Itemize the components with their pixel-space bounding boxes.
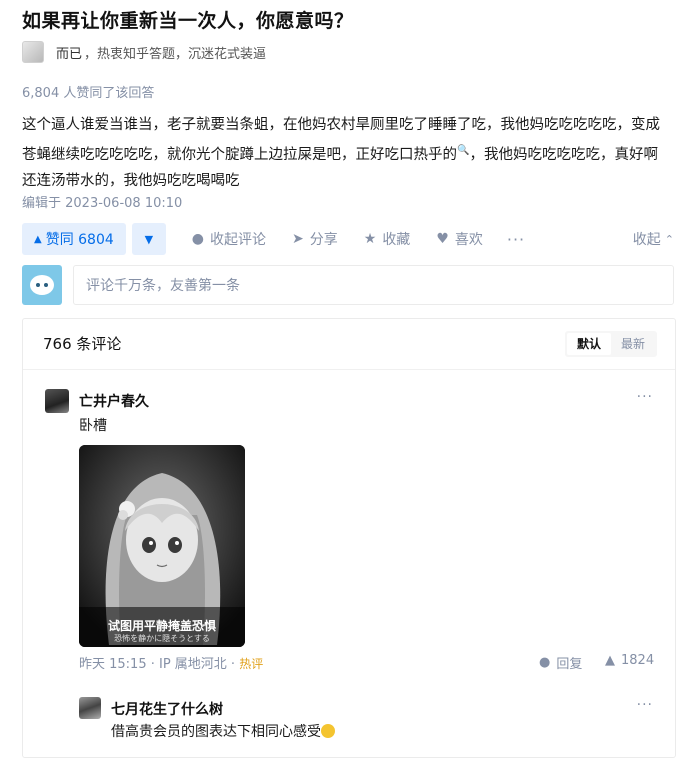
reply-icon: ● [539,655,551,670]
collapse-comments-label: 收起评论 [210,232,267,248]
reply-more-icon[interactable]: ··· [637,697,653,713]
collapse-comments-button[interactable]: ● 收起评论 [192,229,266,249]
upvote-label: 赞同 6804 [45,232,114,248]
like-button[interactable]: ♥ 喜欢 [436,229,483,249]
comment-icon: ● [191,231,205,247]
comments-count: 766 条评论 [43,335,122,353]
comment-input-row: 评论千万条，友善第一条 [22,264,674,306]
author-row: 而已 ，热衷知乎答题，沉迷花式装逼 [22,40,266,64]
more-icon[interactable]: ··· [507,230,525,249]
comment-input[interactable]: 评论千万条，友善第一条 [73,265,674,305]
upvote-button[interactable]: ▲ 赞同 6804 [22,223,126,255]
divider [23,369,675,370]
like-label: 喜欢 [454,232,483,248]
avatar-face [30,275,54,295]
comment-meta: 昨天 15:15 · IP 属地河北 · 热评 [79,653,263,672]
sort-default-tab[interactable]: 默认 [566,333,611,355]
search-icon: 🔍 [457,145,470,156]
hot-search-link[interactable]: 热乎的 [414,147,458,163]
share-icon: ➤ [292,231,304,247]
comment-text: 卧槽 [79,418,107,434]
reply-label: 回复 [556,657,583,672]
hot-comment-badge: 热评 [239,657,264,671]
thumbs-up-icon: ▲ [605,653,615,668]
comment-author[interactable]: 亡井户春久 [79,391,149,411]
question-title[interactable]: 如果再让你重新当一次人，你愿意吗？ [22,6,354,33]
reply-author[interactable]: 七月花生了什么树 [111,699,223,719]
favorite-button[interactable]: ★ 收藏 [364,229,411,249]
comment-like-button[interactable]: ▲ 1824 [605,653,654,668]
avatar-eye-left [36,283,40,287]
comment-meta-text: 昨天 15:15 · IP 属地河北 · [79,657,240,672]
collapse-label: 收起 [632,232,661,248]
share-button[interactable]: ➤ 分享 [292,229,338,249]
image-caption-sub: 恐怖を静かに隠そうとする [114,634,210,643]
author-avatar[interactable] [22,41,44,63]
image-caption-main: 试图用平静掩盖恐惧 [107,619,216,633]
chevron-up-icon: ⌃ [664,232,674,246]
author-bio: ，热衷知乎答题，沉迷花式装逼 [84,46,267,62]
triangle-up-icon: ▲ [34,233,42,245]
avatar-eye-right [44,283,48,287]
downvote-button[interactable]: ▼ [131,223,166,255]
favorite-label: 收藏 [382,232,411,248]
comment-image[interactable]: 试图用平静掩盖恐惧 恐怖を静かに隠そうとする [79,445,245,647]
reply-button[interactable]: ● 回复 [539,653,582,672]
sort-latest-tab[interactable]: 最新 [611,333,655,355]
star-icon: ★ [363,231,377,247]
comments-panel: 766 条评论 默认 最新 亡井户春久 ··· 卧槽 试图用平静掩盖恐惧 恐怖を… [22,318,676,758]
answer-actions: ▲ 赞同 6804 ▼ ● 收起评论 ➤ 分享 ★ 收藏 ♥ 喜欢 ··· 收起… [22,222,674,256]
edit-time: 编辑于 2023-06-08 10:10 [22,196,183,211]
comment-more-icon[interactable]: ··· [637,389,653,405]
reply-text-content: 借高贵会员的图表达下相同心感受 [111,724,321,740]
heart-icon: ♥ [436,231,449,247]
reply-avatar[interactable] [79,697,101,719]
upvote-summary: 6,804 人赞同了该回答 [22,86,155,101]
share-label: 分享 [309,232,338,248]
user-avatar[interactable] [22,265,62,305]
reply-text: 借高贵会员的图表达下相同心感受 [111,721,335,741]
emoji-icon [321,724,335,738]
comment-like-count: 1824 [621,653,655,668]
collapse-answer-button[interactable]: 收起 ⌃ [633,229,674,249]
answer-body: 这个逼人谁爱当谁当，老子就要当条蛆，在他妈农村旱厕里吃了睡睡了吃，我他妈吃吃吃吃… [22,112,662,194]
author-name[interactable]: 而已 [56,43,82,62]
comment-avatar[interactable] [45,389,69,413]
triangle-down-icon: ▼ [144,232,154,246]
sort-tabs: 默认 最新 [564,331,657,357]
